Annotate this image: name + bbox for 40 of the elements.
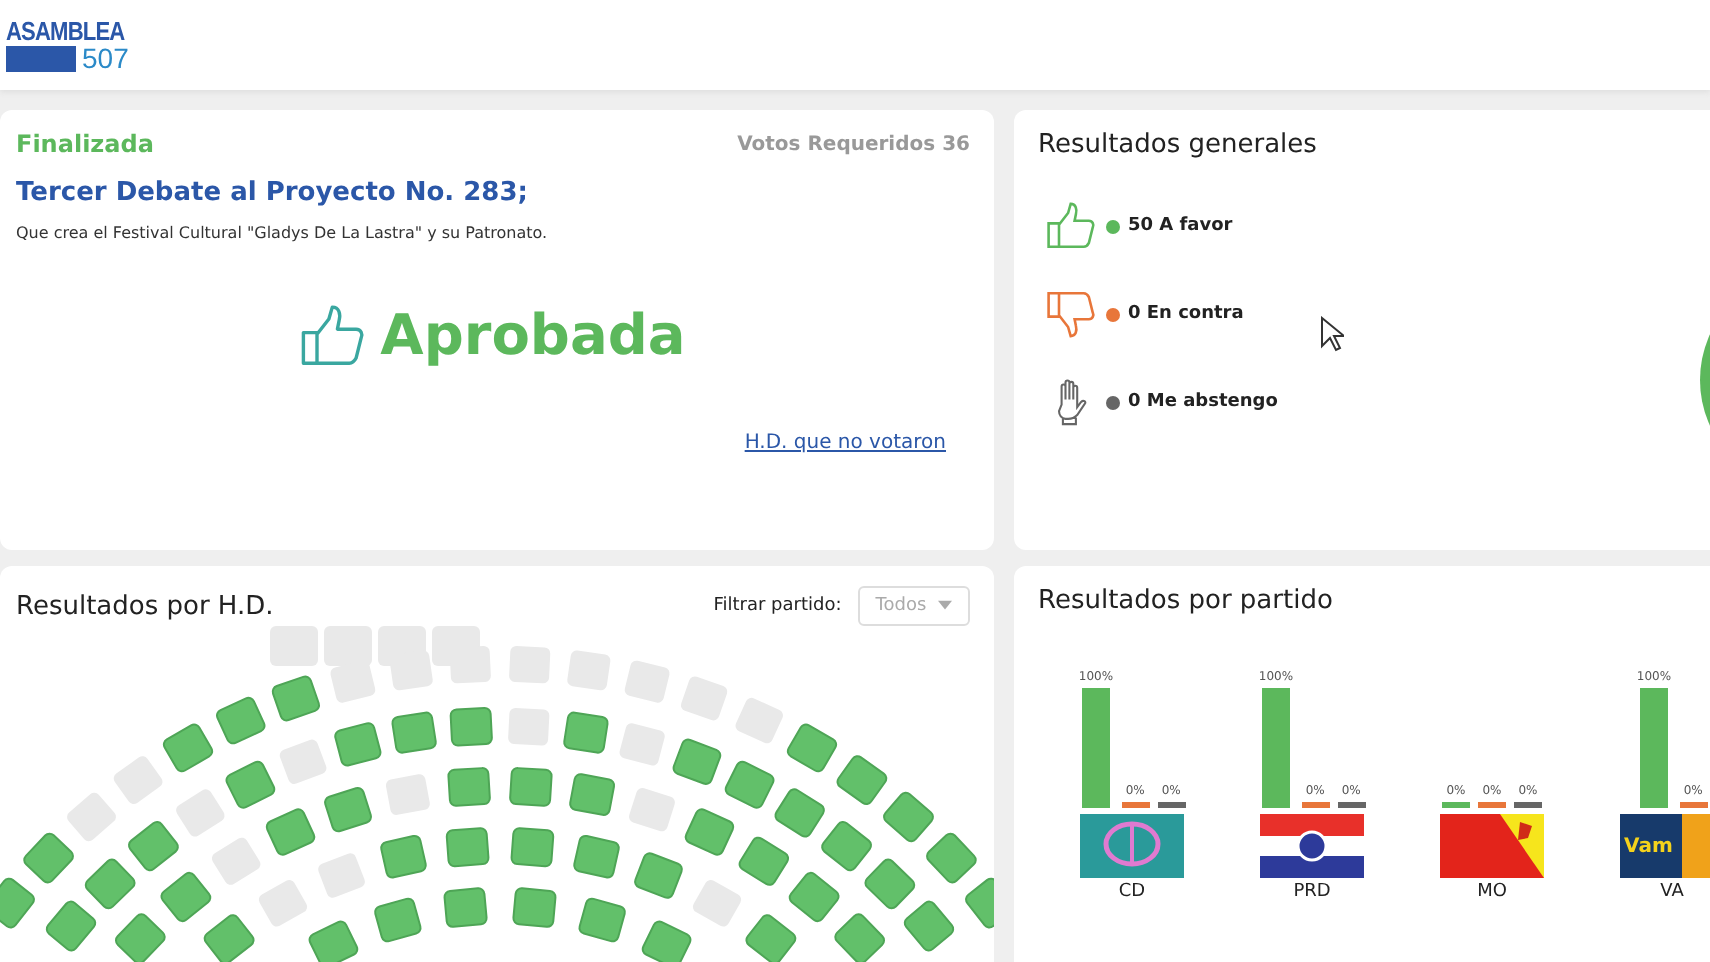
logo-block-icon [6, 45, 76, 71]
vote-count: 50 A favor [1128, 216, 1233, 236]
party-name: VA [1660, 882, 1684, 902]
bar [1301, 802, 1330, 808]
card-title: Resultados generales [1038, 130, 1319, 160]
party-name: CD [1118, 882, 1146, 902]
vote-count: 0 En contra [1128, 304, 1244, 324]
result-label: Aprobada [380, 302, 686, 368]
party-name: PRD [1293, 882, 1331, 902]
party-logo [1440, 814, 1544, 878]
thumbs-up-icon [1046, 200, 1098, 252]
filter-label: Filtrar partido: [713, 596, 842, 616]
project-description: Que crea el Festival Cultural "Gladys De La Lastra" y su Patronato. [16, 224, 550, 242]
bar [1514, 802, 1542, 808]
party-logo [1260, 814, 1364, 878]
thumbs-down-icon [1046, 288, 1098, 340]
cursor-icon [1320, 316, 1344, 352]
card-title: Resultados por partido [1038, 586, 1335, 616]
bar [1478, 802, 1506, 808]
project-title: Tercer Debate al Proyecto No. 283; [16, 178, 530, 208]
bar [1679, 802, 1708, 808]
status-label: Finalizada [16, 130, 154, 158]
required-votes: Votos Requeridos 36 [737, 133, 970, 155]
logo-text: 507 [82, 44, 129, 72]
vote-count: 0 Me abstengo [1128, 392, 1278, 412]
bar [1337, 802, 1366, 808]
bar [1082, 688, 1110, 808]
party-logo: Vam [1620, 814, 1710, 878]
party-logo [1080, 814, 1184, 878]
logo-text: ASAMBLEA [6, 18, 125, 44]
thumbs-up-icon [300, 303, 369, 367]
bar [1157, 802, 1186, 808]
card-title: Resultados por H.D. [16, 591, 276, 621]
bar [1262, 688, 1290, 808]
bar [1640, 688, 1668, 808]
caret-icon [938, 600, 952, 611]
bar [1442, 802, 1470, 808]
bar [1121, 802, 1150, 808]
non-voters-link[interactable]: H.D. que no votaron [744, 432, 946, 454]
party-name: MO [1477, 882, 1507, 902]
